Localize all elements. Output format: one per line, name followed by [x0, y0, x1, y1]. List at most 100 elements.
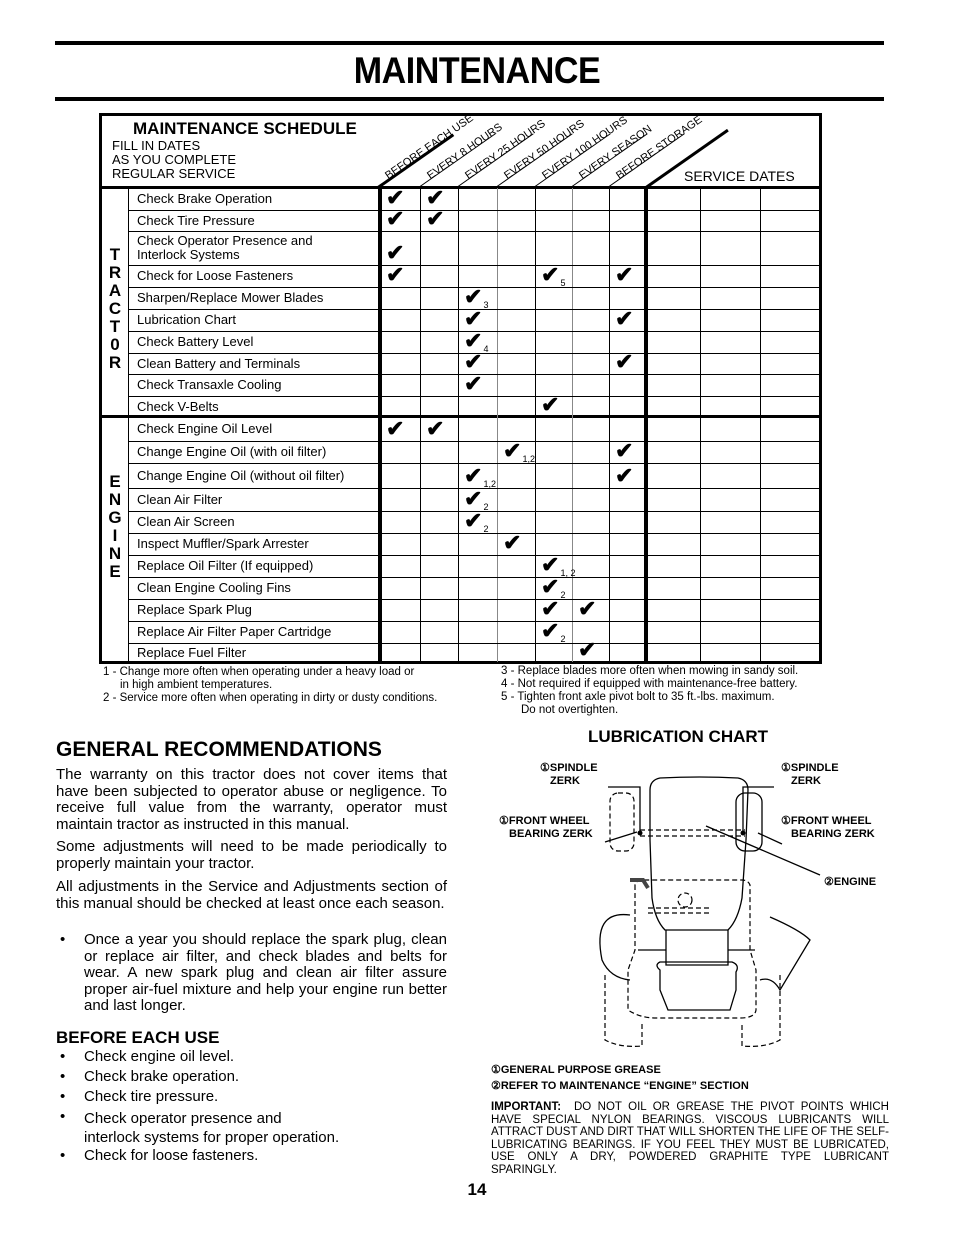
- check-footnote-ref: 2: [560, 590, 566, 600]
- section-letter: E: [109, 562, 121, 581]
- top-rule: [55, 41, 884, 45]
- before-use-item-line: Check operator presence and: [84, 1110, 282, 1127]
- check-mark-icon: ✔: [426, 206, 445, 231]
- check-mark-icon: ✔: [503, 530, 522, 555]
- tractor-pedal-line: [648, 907, 710, 914]
- general-paragraph: Some adjustments will need to be made pe…: [56, 838, 447, 872]
- task-label: Check Tire Pressure: [137, 212, 255, 228]
- check-mark-icon: ✔: [615, 438, 634, 463]
- task-label: Replace Spark Plug: [137, 602, 252, 617]
- section-letter: C: [108, 299, 122, 318]
- before-use-item-text: Check tire pressure.: [84, 1088, 219, 1105]
- before-use-item-text: Check operator presence and interlock sy…: [84, 1109, 447, 1147]
- important-label: IMPORTANT:: [491, 1101, 562, 1113]
- check-footnote-ref: 1,2: [483, 479, 496, 489]
- check-mark-icon: ✔: [615, 349, 634, 374]
- interval-column-line: [458, 188, 459, 662]
- section-letter: R: [108, 353, 122, 372]
- header-divider: [99, 186, 822, 189]
- important-note: IMPORTANT: DO NOT OIL OR GREASE THE PIVO…: [491, 1101, 889, 1176]
- bullet-icon: •: [60, 1048, 66, 1065]
- footnote-5-line1: 5 - Tighten front axle pivot bolt to 35 …: [501, 691, 775, 703]
- task-label: Replace Fuel Filter: [137, 644, 247, 660]
- left-front-wheel: [609, 792, 635, 852]
- check-mark-icon: ✔: [386, 416, 405, 441]
- section-letter: T: [109, 317, 121, 336]
- check-mark-icon: ✔: [464, 371, 483, 396]
- check-mark-icon: ✔: [541, 596, 560, 621]
- check-mark-icon: ✔5: [541, 262, 566, 289]
- row-divider: [128, 396, 820, 397]
- row-divider: [128, 599, 820, 600]
- check-mark-icon: ✔: [578, 596, 597, 621]
- task-label: Sharpen/Replace Mower Blades: [137, 290, 324, 305]
- task-label: Check Operator Presence and Interlock Sys…: [137, 234, 313, 262]
- footnote-1-line2: in high ambient temperatures.: [120, 679, 273, 691]
- engine-legend: ②REFER TO MAINTENANCE “ENGINE” SECTION: [491, 1080, 749, 1092]
- schedule-subtitle-line: AS YOU COMPLETE: [112, 152, 237, 167]
- section-letter: A: [108, 281, 122, 300]
- row-divider: [128, 441, 820, 442]
- task-label: Change Engine Oil (with oil filter): [137, 444, 327, 459]
- rear-tires: [604, 975, 781, 1047]
- check-mark-icon: ✔: [386, 240, 405, 265]
- check-footnote-ref: 5: [560, 278, 566, 288]
- check-footnote-ref: 2: [560, 634, 566, 644]
- check-mark-icon: ✔: [578, 637, 597, 662]
- general-paragraph: All adjustments in the Service and Adjus…: [56, 878, 447, 912]
- tractor-seat: [656, 961, 738, 1011]
- check-footnote-ref: 1,2: [522, 454, 535, 464]
- task-label: Check Battery Level: [137, 334, 254, 349]
- interval-column-line: [609, 188, 610, 662]
- label-column-line: [128, 188, 129, 662]
- footnote-4: 4 - Not required if equipped with mainte…: [501, 678, 798, 690]
- check-mark-icon: ✔: [386, 262, 405, 287]
- right-front-wheel: [735, 792, 763, 852]
- check-mark-icon: ✔: [386, 185, 405, 210]
- bullet-icon: •: [60, 1088, 66, 1105]
- interval-column-line: [420, 188, 421, 662]
- check-mark-icon: ✔: [615, 262, 634, 287]
- check-mark-icon: ✔: [426, 185, 445, 210]
- task-label: Check V-Belts: [137, 398, 219, 414]
- check-mark-icon: ✔2: [464, 508, 489, 535]
- interval-column-line: [572, 188, 573, 662]
- service-date-column-line: [760, 188, 761, 662]
- before-use-item: • Check tire pressure.: [56, 1088, 447, 1107]
- section-letter: 0: [110, 335, 120, 354]
- check-footnote-ref: 3: [483, 300, 489, 310]
- before-use-item: • Check brake operation.: [56, 1068, 447, 1087]
- lubrication-chart-heading: LUBRICATION CHART: [588, 727, 769, 746]
- before-use-item-text: Check brake operation.: [84, 1068, 240, 1085]
- task-label: Check Brake Operation: [137, 191, 273, 206]
- check-mark-icon: ✔: [464, 349, 483, 374]
- task-label-line: Check Operator Presence and: [137, 233, 313, 248]
- check-mark-icon: ✔: [615, 463, 634, 488]
- task-label: Lubrication Chart: [137, 312, 236, 327]
- spindle-zerk-right-point: [740, 830, 746, 836]
- general-paragraph: The warranty on this tractor does not co…: [56, 766, 447, 833]
- before-use-item: • Check operator presence and interlock …: [56, 1108, 447, 1147]
- bullet-icon: •: [60, 1108, 66, 1125]
- label-line: BEARING ZERK: [791, 828, 875, 840]
- section-letter: E: [109, 472, 121, 491]
- section-letter: T: [109, 245, 121, 264]
- left-fender: [599, 913, 631, 981]
- section-letter: R: [108, 263, 122, 282]
- interval-right-border: [644, 186, 648, 662]
- task-label: Inspect Muffler/Spark Arrester: [137, 536, 309, 551]
- schedule-subtitle-line: REGULAR SERVICE: [112, 166, 236, 181]
- label-line: ①FRONT WHEEL: [781, 815, 872, 827]
- task-label: Change Engine Oil (without oil filter): [137, 467, 345, 483]
- footnote-5-line2: Do not overtighten.: [521, 704, 619, 716]
- front-axle: [640, 829, 745, 837]
- section-letter: G: [108, 508, 122, 527]
- before-use-item: • Check for loose fasteners.: [56, 1147, 447, 1166]
- spindle-zerk-left-label: ①SPINDLE ZERK: [540, 762, 598, 788]
- front-wheel-bearing-left-label: ①FRONT WHEEL BEARING ZERK: [499, 815, 593, 841]
- tractor-seat-mount: [665, 930, 729, 966]
- task-label: Clean Air Filter: [137, 491, 223, 507]
- bullet-icon: •: [60, 1068, 66, 1085]
- front-wheel-bearing-right-label: ①FRONT WHEEL BEARING ZERK: [781, 815, 875, 841]
- task-label: Clean Air Screen: [137, 514, 235, 529]
